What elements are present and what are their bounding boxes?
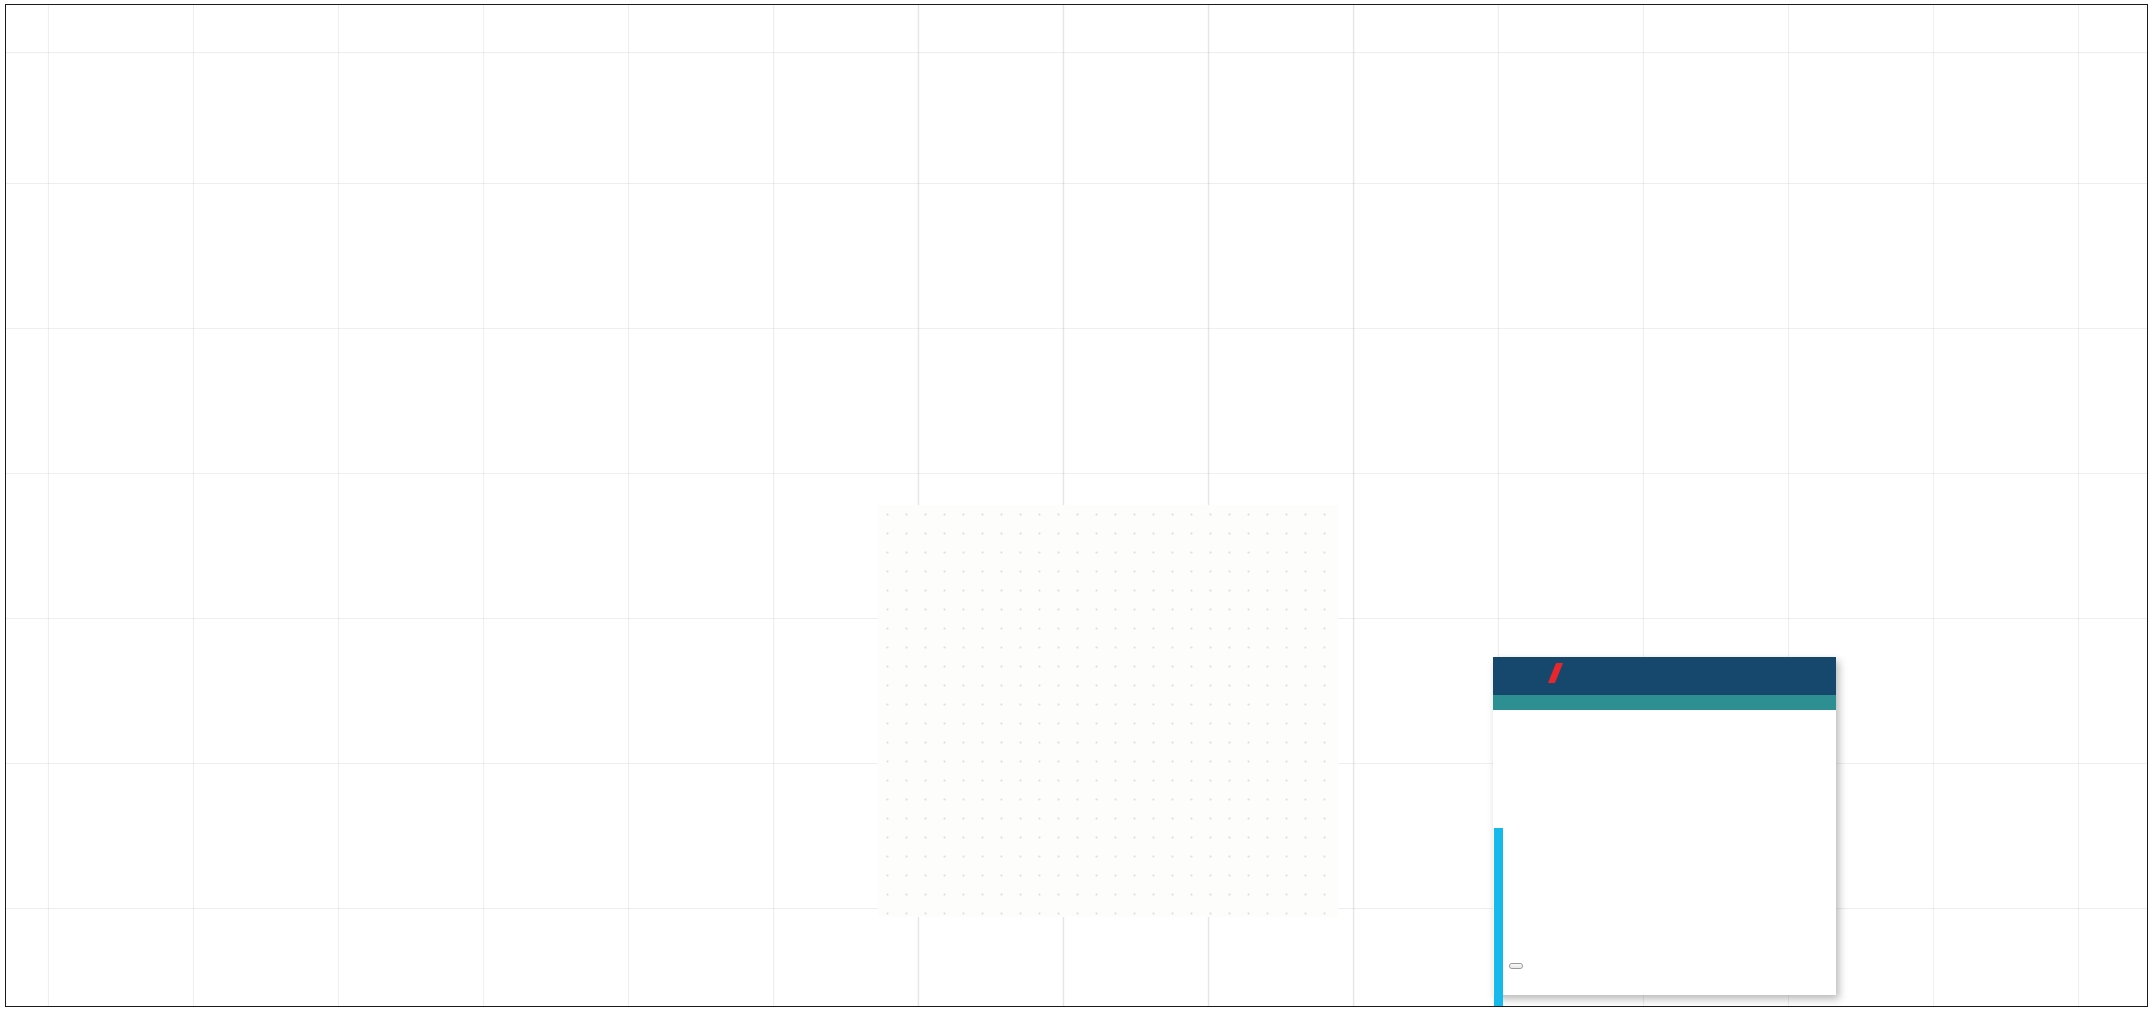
screenshot-frame [5, 4, 2148, 1007]
panel-navbar [1493, 695, 1836, 710]
fbd-editor-canvas [6, 5, 2147, 1006]
insol-web-panel [1493, 657, 1836, 995]
page-edge-strip [1494, 828, 1503, 1006]
logo-slash-icon [1548, 663, 1563, 683]
panel-header [1493, 657, 1836, 695]
save-list-button[interactable] [1509, 963, 1523, 969]
zoom-inset-background [878, 505, 1338, 917]
panel-body [1493, 710, 1836, 995]
insol-logo-icon [1551, 663, 1564, 683]
